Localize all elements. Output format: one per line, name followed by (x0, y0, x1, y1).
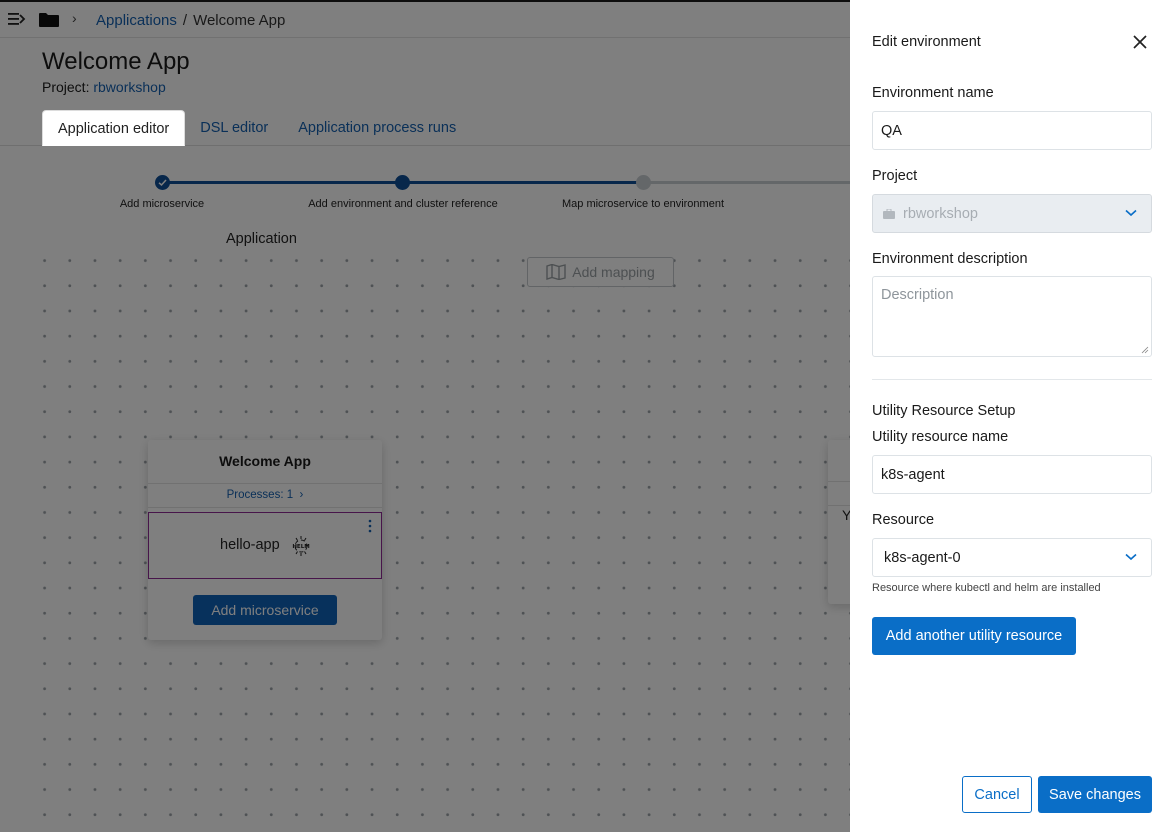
project-select-value: rbworkshop (903, 205, 978, 222)
utility-resource-section-title: Utility Resource Setup (872, 403, 1016, 419)
environment-name-input[interactable] (872, 111, 1152, 150)
briefcase-icon (883, 208, 895, 219)
resource-select[interactable]: k8s-agent-0 (872, 538, 1152, 577)
add-another-utility-resource-button[interactable]: Add another utility resource (872, 617, 1076, 655)
environment-name-label: Environment name (872, 85, 994, 101)
resource-helper-text: Resource where kubectl and helm are inst… (872, 582, 1101, 594)
tab-application-editor[interactable]: Application editor (42, 110, 186, 146)
save-changes-button[interactable]: Save changes (1038, 776, 1152, 813)
project-label: Project (872, 168, 918, 184)
environment-description-textarea[interactable] (872, 276, 1152, 357)
environment-description-label: Environment description (872, 251, 1028, 267)
resize-handle-icon[interactable] (1140, 345, 1149, 354)
project-select: rbworkshop (872, 194, 1152, 233)
chevron-down-icon (1125, 209, 1137, 217)
section-divider (872, 379, 1152, 380)
resource-label: Resource (872, 512, 935, 528)
edit-environment-drawer: Edit environment Environment name Projec… (850, 0, 1172, 832)
cancel-button[interactable]: Cancel (962, 776, 1032, 813)
utility-resource-name-input[interactable] (872, 455, 1152, 494)
chevron-down-icon (1125, 553, 1137, 561)
drawer-title: Edit environment (872, 34, 981, 50)
resource-select-value: k8s-agent-0 (884, 549, 961, 566)
close-icon[interactable] (1132, 34, 1148, 50)
utility-resource-name-label: Utility resource name (872, 429, 1009, 445)
